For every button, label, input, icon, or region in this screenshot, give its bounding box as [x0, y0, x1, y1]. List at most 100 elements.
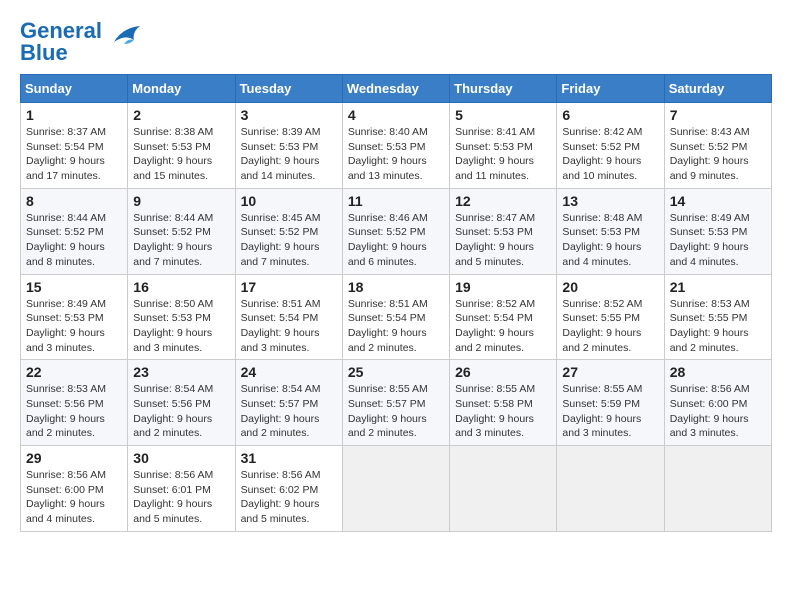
day-number: 27 — [562, 364, 658, 380]
day-number: 16 — [133, 279, 229, 295]
calendar-cell: 11 Sunrise: 8:46 AMSunset: 5:52 PMDaylig… — [342, 188, 449, 274]
day-number: 1 — [26, 107, 122, 123]
day-number: 15 — [26, 279, 122, 295]
day-number: 28 — [670, 364, 766, 380]
calendar-cell: 15 Sunrise: 8:49 AMSunset: 5:53 PMDaylig… — [21, 274, 128, 360]
col-header-friday: Friday — [557, 75, 664, 103]
calendar-cell: 10 Sunrise: 8:45 AMSunset: 5:52 PMDaylig… — [235, 188, 342, 274]
day-detail: Sunrise: 8:56 AMSunset: 6:00 PMDaylight:… — [670, 383, 750, 439]
day-number: 5 — [455, 107, 551, 123]
calendar-week-5: 29 Sunrise: 8:56 AMSunset: 6:00 PMDaylig… — [21, 446, 772, 532]
calendar-header-row: SundayMondayTuesdayWednesdayThursdayFrid… — [21, 75, 772, 103]
day-detail: Sunrise: 8:40 AMSunset: 5:53 PMDaylight:… — [348, 126, 428, 182]
day-detail: Sunrise: 8:48 AMSunset: 5:53 PMDaylight:… — [562, 212, 642, 268]
calendar-cell: 14 Sunrise: 8:49 AMSunset: 5:53 PMDaylig… — [664, 188, 771, 274]
calendar-cell: 17 Sunrise: 8:51 AMSunset: 5:54 PMDaylig… — [235, 274, 342, 360]
calendar-cell: 25 Sunrise: 8:55 AMSunset: 5:57 PMDaylig… — [342, 360, 449, 446]
calendar-cell: 22 Sunrise: 8:53 AMSunset: 5:56 PMDaylig… — [21, 360, 128, 446]
day-detail: Sunrise: 8:56 AMSunset: 6:02 PMDaylight:… — [241, 469, 321, 525]
calendar-cell: 24 Sunrise: 8:54 AMSunset: 5:57 PMDaylig… — [235, 360, 342, 446]
day-detail: Sunrise: 8:44 AMSunset: 5:52 PMDaylight:… — [133, 212, 213, 268]
calendar-cell: 9 Sunrise: 8:44 AMSunset: 5:52 PMDayligh… — [128, 188, 235, 274]
calendar-cell — [342, 446, 449, 532]
day-number: 31 — [241, 450, 337, 466]
day-detail: Sunrise: 8:53 AMSunset: 5:55 PMDaylight:… — [670, 298, 750, 354]
day-number: 25 — [348, 364, 444, 380]
day-detail: Sunrise: 8:51 AMSunset: 5:54 PMDaylight:… — [241, 298, 321, 354]
calendar-cell: 18 Sunrise: 8:51 AMSunset: 5:54 PMDaylig… — [342, 274, 449, 360]
calendar-week-2: 8 Sunrise: 8:44 AMSunset: 5:52 PMDayligh… — [21, 188, 772, 274]
day-number: 6 — [562, 107, 658, 123]
calendar-cell: 16 Sunrise: 8:50 AMSunset: 5:53 PMDaylig… — [128, 274, 235, 360]
day-number: 7 — [670, 107, 766, 123]
calendar-week-3: 15 Sunrise: 8:49 AMSunset: 5:53 PMDaylig… — [21, 274, 772, 360]
day-number: 29 — [26, 450, 122, 466]
day-detail: Sunrise: 8:55 AMSunset: 5:59 PMDaylight:… — [562, 383, 642, 439]
day-detail: Sunrise: 8:55 AMSunset: 5:57 PMDaylight:… — [348, 383, 428, 439]
calendar-cell: 6 Sunrise: 8:42 AMSunset: 5:52 PMDayligh… — [557, 103, 664, 189]
day-number: 19 — [455, 279, 551, 295]
calendar-cell: 2 Sunrise: 8:38 AMSunset: 5:53 PMDayligh… — [128, 103, 235, 189]
calendar-cell: 1 Sunrise: 8:37 AMSunset: 5:54 PMDayligh… — [21, 103, 128, 189]
calendar-cell: 23 Sunrise: 8:54 AMSunset: 5:56 PMDaylig… — [128, 360, 235, 446]
col-header-tuesday: Tuesday — [235, 75, 342, 103]
logo-blue: Blue — [20, 40, 68, 65]
day-detail: Sunrise: 8:45 AMSunset: 5:52 PMDaylight:… — [241, 212, 321, 268]
calendar-cell: 5 Sunrise: 8:41 AMSunset: 5:53 PMDayligh… — [450, 103, 557, 189]
day-number: 30 — [133, 450, 229, 466]
day-detail: Sunrise: 8:53 AMSunset: 5:56 PMDaylight:… — [26, 383, 106, 439]
logo-text: General Blue — [20, 20, 102, 64]
calendar-cell — [450, 446, 557, 532]
calendar-cell: 12 Sunrise: 8:47 AMSunset: 5:53 PMDaylig… — [450, 188, 557, 274]
calendar-cell: 27 Sunrise: 8:55 AMSunset: 5:59 PMDaylig… — [557, 360, 664, 446]
calendar-cell — [557, 446, 664, 532]
day-detail: Sunrise: 8:47 AMSunset: 5:53 PMDaylight:… — [455, 212, 535, 268]
day-detail: Sunrise: 8:51 AMSunset: 5:54 PMDaylight:… — [348, 298, 428, 354]
day-number: 24 — [241, 364, 337, 380]
day-detail: Sunrise: 8:52 AMSunset: 5:54 PMDaylight:… — [455, 298, 535, 354]
day-number: 4 — [348, 107, 444, 123]
calendar-table: SundayMondayTuesdayWednesdayThursdayFrid… — [20, 74, 772, 532]
day-number: 20 — [562, 279, 658, 295]
day-number: 21 — [670, 279, 766, 295]
day-detail: Sunrise: 8:43 AMSunset: 5:52 PMDaylight:… — [670, 126, 750, 182]
day-detail: Sunrise: 8:56 AMSunset: 6:01 PMDaylight:… — [133, 469, 213, 525]
day-number: 26 — [455, 364, 551, 380]
col-header-wednesday: Wednesday — [342, 75, 449, 103]
day-number: 23 — [133, 364, 229, 380]
col-header-thursday: Thursday — [450, 75, 557, 103]
day-detail: Sunrise: 8:54 AMSunset: 5:56 PMDaylight:… — [133, 383, 213, 439]
day-detail: Sunrise: 8:44 AMSunset: 5:52 PMDaylight:… — [26, 212, 106, 268]
day-detail: Sunrise: 8:55 AMSunset: 5:58 PMDaylight:… — [455, 383, 535, 439]
day-detail: Sunrise: 8:50 AMSunset: 5:53 PMDaylight:… — [133, 298, 213, 354]
calendar-cell: 29 Sunrise: 8:56 AMSunset: 6:00 PMDaylig… — [21, 446, 128, 532]
day-number: 2 — [133, 107, 229, 123]
day-number: 14 — [670, 193, 766, 209]
calendar-week-1: 1 Sunrise: 8:37 AMSunset: 5:54 PMDayligh… — [21, 103, 772, 189]
day-number: 22 — [26, 364, 122, 380]
calendar-cell: 28 Sunrise: 8:56 AMSunset: 6:00 PMDaylig… — [664, 360, 771, 446]
calendar-body: 1 Sunrise: 8:37 AMSunset: 5:54 PMDayligh… — [21, 103, 772, 532]
calendar-cell: 20 Sunrise: 8:52 AMSunset: 5:55 PMDaylig… — [557, 274, 664, 360]
day-detail: Sunrise: 8:39 AMSunset: 5:53 PMDaylight:… — [241, 126, 321, 182]
day-detail: Sunrise: 8:52 AMSunset: 5:55 PMDaylight:… — [562, 298, 642, 354]
day-number: 10 — [241, 193, 337, 209]
day-detail: Sunrise: 8:38 AMSunset: 5:53 PMDaylight:… — [133, 126, 213, 182]
calendar-cell: 26 Sunrise: 8:55 AMSunset: 5:58 PMDaylig… — [450, 360, 557, 446]
calendar-cell: 30 Sunrise: 8:56 AMSunset: 6:01 PMDaylig… — [128, 446, 235, 532]
day-number: 9 — [133, 193, 229, 209]
col-header-monday: Monday — [128, 75, 235, 103]
calendar-cell: 19 Sunrise: 8:52 AMSunset: 5:54 PMDaylig… — [450, 274, 557, 360]
day-detail: Sunrise: 8:54 AMSunset: 5:57 PMDaylight:… — [241, 383, 321, 439]
calendar-cell: 31 Sunrise: 8:56 AMSunset: 6:02 PMDaylig… — [235, 446, 342, 532]
day-detail: Sunrise: 8:49 AMSunset: 5:53 PMDaylight:… — [670, 212, 750, 268]
day-detail: Sunrise: 8:56 AMSunset: 6:00 PMDaylight:… — [26, 469, 106, 525]
day-number: 18 — [348, 279, 444, 295]
calendar-cell: 21 Sunrise: 8:53 AMSunset: 5:55 PMDaylig… — [664, 274, 771, 360]
col-header-sunday: Sunday — [21, 75, 128, 103]
calendar-week-4: 22 Sunrise: 8:53 AMSunset: 5:56 PMDaylig… — [21, 360, 772, 446]
col-header-saturday: Saturday — [664, 75, 771, 103]
day-detail: Sunrise: 8:42 AMSunset: 5:52 PMDaylight:… — [562, 126, 642, 182]
day-number: 12 — [455, 193, 551, 209]
day-detail: Sunrise: 8:49 AMSunset: 5:53 PMDaylight:… — [26, 298, 106, 354]
